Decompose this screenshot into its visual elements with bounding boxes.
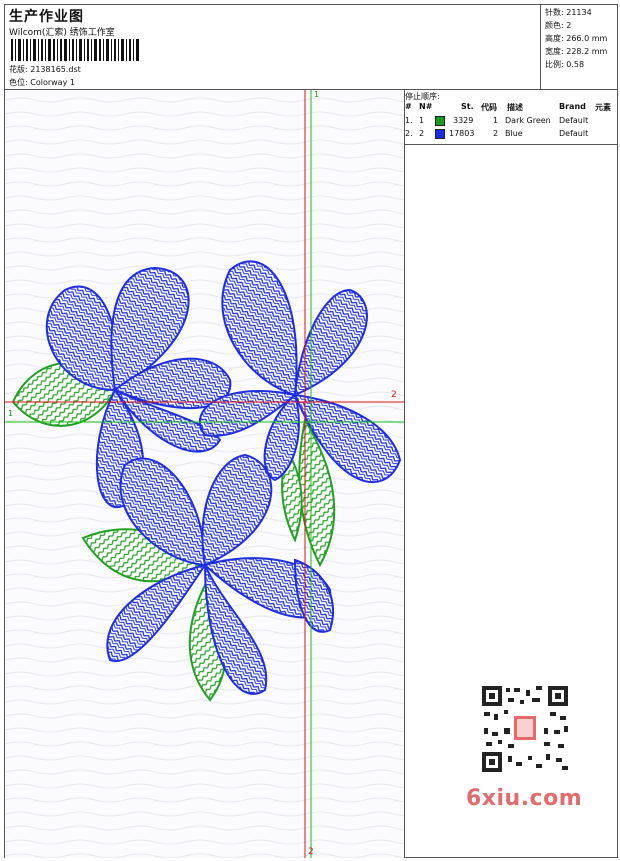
design-value: 2138165.dst — [30, 65, 81, 74]
col-needle: N# — [419, 102, 433, 111]
col-brand: Brand — [559, 102, 586, 111]
qr-code-icon — [480, 684, 570, 774]
col-description: 描述 — [507, 103, 523, 112]
stat-scale: 比例: 0.58 — [545, 60, 585, 69]
stat-colors: 颜色: 2 — [545, 21, 572, 30]
barcode-icon — [11, 39, 139, 61]
stat-width: 宽度: 228.2 mm — [545, 47, 608, 56]
guide-label-bottom: 2 — [308, 847, 314, 857]
stop-sequence-table: 停止顺序: # N# St. 代码 描述 Brand 元素 1. 1 3329 … — [405, 90, 617, 145]
guide-label-right: 2 — [391, 390, 397, 400]
col-index: # — [405, 102, 412, 111]
colorway-label: 色位: — [9, 78, 28, 87]
col-code: 代码 — [481, 103, 497, 112]
col-stitches: St. — [461, 102, 474, 111]
embroidery-canvas — [5, 90, 404, 858]
sheet-header: 生产作业图 Wilcom(汇索) 绣饰工作室 花版: 2138165.dst 色… — [5, 5, 617, 90]
guide-label-left: 1 — [8, 409, 14, 418]
embroidery-preview: 1 2 1 2 — [5, 90, 405, 858]
design-file: 花版: 2138165.dst — [9, 64, 81, 75]
watermark-text: 6xiu.com — [466, 786, 583, 811]
guide-label-top: 1 — [314, 90, 320, 99]
colorway-value: Colorway 1 — [30, 78, 75, 87]
color-swatch-green — [435, 116, 445, 126]
design-label: 花版: — [9, 65, 28, 74]
col-element: 元素 — [595, 103, 611, 112]
stop-sequence-title: 停止顺序: — [405, 92, 440, 101]
stat-height: 高度: 266.0 mm — [545, 34, 608, 43]
stats-panel: 针数: 21134 颜色: 2 高度: 266.0 mm 宽度: 228.2 m… — [540, 5, 618, 89]
sheet-title: 生产作业图 — [9, 9, 84, 25]
color-swatch-blue — [435, 129, 445, 139]
colorway: 色位: Colorway 1 — [9, 77, 75, 88]
company-name: Wilcom(汇索) 绣饰工作室 — [9, 28, 115, 38]
site-watermark: 6xiu.com — [466, 680, 586, 820]
stat-stitches: 针数: 21134 — [545, 8, 592, 17]
